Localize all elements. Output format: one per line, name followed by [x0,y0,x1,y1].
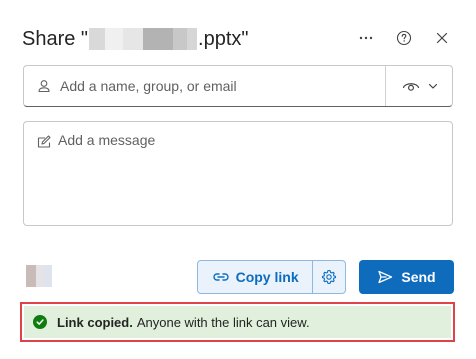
copy-link-group: Copy link [197,260,346,294]
eye-icon [402,83,420,91]
link-copied-notification: Link copied. Anyone with the link can vi… [24,306,451,338]
title-prefix: Share " [22,27,89,50]
recipient-input[interactable] [60,78,360,94]
notification-highlight: Link copied. Anyone with the link can vi… [20,302,455,342]
chevron-down-icon [428,83,438,89]
copy-link-button[interactable]: Copy link [198,261,314,293]
ellipsis-icon [359,36,373,40]
permission-divider [385,66,386,106]
notification-title: Link copied. [57,314,133,330]
permission-dropdown[interactable] [394,74,446,98]
more-options-button[interactable] [354,26,378,50]
header-actions [354,26,454,50]
question-circle-icon [396,30,412,46]
message-input[interactable] [58,132,443,217]
copy-link-label: Copy link [235,269,299,285]
send-button[interactable]: Send [359,260,454,294]
person-icon [36,78,52,94]
send-icon [378,270,393,284]
gear-icon [322,269,337,285]
link-settings-button[interactable] [313,261,345,293]
edit-message-icon [36,134,52,150]
help-button[interactable] [392,26,416,50]
avatar [26,265,52,287]
recipient-field [23,65,453,107]
message-box [23,121,453,226]
redacted-filename [89,28,198,50]
title-suffix: .pptx" [198,27,249,50]
dialog-title: Share " .pptx" [22,28,249,51]
close-icon [436,32,448,44]
notification-text: Anyone with the link can view. [136,314,310,330]
send-label: Send [401,269,436,285]
checkmark-icon [33,315,47,329]
link-icon [212,273,229,281]
close-button[interactable] [430,26,454,50]
title-row: Share " .pptx" [22,24,249,54]
